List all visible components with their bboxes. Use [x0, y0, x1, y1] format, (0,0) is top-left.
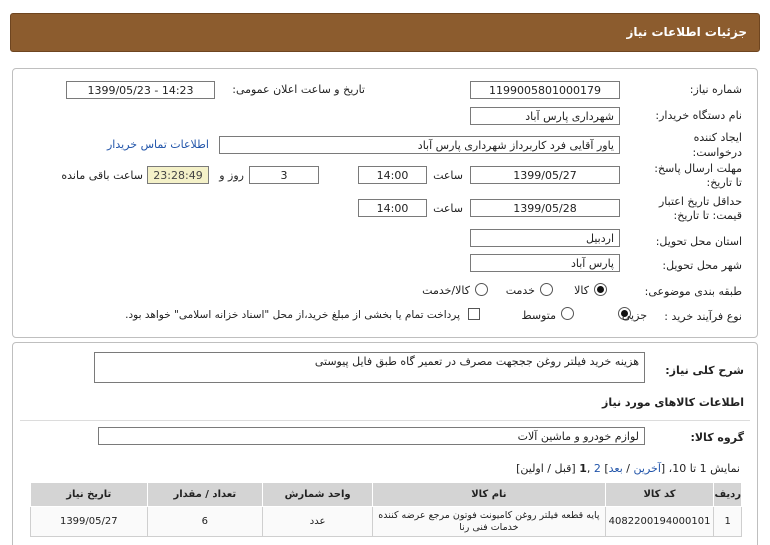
- city-label: شهر محل تحویل:: [662, 259, 742, 272]
- goods-table: ردیف کد کالا نام کالا واحد شمارش تعداد /…: [30, 482, 742, 537]
- cell-row: 1: [713, 506, 742, 537]
- page-title: جزئیات اطلاعات نیاز: [626, 25, 747, 39]
- buyer-field: شهرداری پارس آباد: [470, 107, 620, 125]
- days-label: روز و: [219, 169, 244, 182]
- treasury-payment-note: پرداخت تمام یا بخشی از مبلغ خرید،از محل …: [125, 309, 460, 321]
- category-option-service: خدمت: [505, 284, 535, 297]
- category-radio-service[interactable]: [540, 283, 553, 296]
- days-remaining-field: 3: [249, 166, 319, 184]
- process-label: نوع فرآیند خرید :: [664, 310, 742, 323]
- col-qty-header: تعداد / مقدار: [146, 482, 264, 507]
- col-code-header: کد کالا: [604, 482, 715, 507]
- creator-field: یاور آقایی فرد کاربرداز شهرداری پارس آبا…: [219, 136, 620, 154]
- description-field: هزینه خرید فیلتر روغن جججهت مصرف در تعمی…: [94, 352, 645, 383]
- city-field: پارس آباد: [470, 254, 620, 272]
- send-deadline-date-field: 1399/05/27: [470, 166, 620, 184]
- cell-qty: 6: [146, 506, 264, 537]
- col-date-header: تاریخ نیاز: [30, 482, 148, 507]
- remaining-label: ساعت باقی مانده: [61, 169, 143, 182]
- pagination: نمایش 1 تا 10، [آخرین / بعد] 2 ,1 [قبل /…: [516, 462, 740, 475]
- pagination-page-1: 1: [579, 462, 587, 475]
- col-row-header: ردیف: [713, 482, 742, 507]
- treasury-payment-checkbox[interactable]: [468, 308, 480, 320]
- need-number-field: 1199005801000179: [470, 81, 620, 99]
- send-deadline-label: مهلت ارسال پاسخ: تا تاریخ:: [654, 162, 742, 189]
- validity-date-field: 1399/05/28: [470, 199, 620, 217]
- need-number-label: شماره نیاز:: [689, 83, 742, 96]
- category-radio-goods-service[interactable]: [475, 283, 488, 296]
- category-label: طبقه بندی موضوعی:: [644, 285, 742, 298]
- cell-date: 1399/05/27: [30, 506, 148, 537]
- col-unit-header: واحد شمارش: [262, 482, 374, 507]
- validity-time-field: 14:00: [358, 199, 427, 217]
- send-time-label: ساعت: [433, 169, 463, 182]
- category-option-goods: کالا: [574, 284, 589, 297]
- category-option-goods-service: کالا/خدمت: [422, 284, 470, 297]
- announce-label: تاریخ و ساعت اعلان عمومی:: [232, 83, 365, 96]
- cell-unit: عدد: [262, 506, 374, 537]
- province-field: اردبیل: [470, 229, 620, 247]
- validity-label: حداقل تاریخ اعتبار قیمت: تا تاریخ:: [658, 195, 742, 222]
- pagination-last-link[interactable]: آخرین: [634, 462, 661, 475]
- process-option-partial: جزیی: [621, 309, 647, 322]
- col-name-header: نام کالا: [372, 482, 606, 507]
- section-divider: [20, 420, 750, 421]
- process-radio-medium[interactable]: [561, 307, 574, 320]
- creator-label: ایجاد کننده درخواست:: [692, 131, 742, 159]
- buyer-label: نام دستگاه خریدار:: [655, 109, 742, 122]
- cell-name: پایه قطعه فیلتر روغن کامیونت فوتون مرجع …: [372, 506, 606, 537]
- page-header: جزئیات اطلاعات نیاز: [10, 13, 760, 52]
- goods-group-field: لوازم خودرو و ماشین آلات: [98, 427, 645, 445]
- description-label: شرح کلی نیاز:: [665, 364, 744, 377]
- pagination-page-2[interactable]: 2: [594, 462, 601, 475]
- province-label: استان محل تحویل:: [655, 235, 742, 248]
- table-row[interactable]: 1 4082200194000101 پایه قطعه فیلتر روغن …: [30, 506, 742, 537]
- pagination-next-link[interactable]: بعد: [609, 462, 623, 475]
- goods-info-title: اطلاعات کالاهای مورد نیاز: [602, 396, 744, 409]
- category-radio-goods[interactable]: [594, 283, 607, 296]
- goods-group-label: گروه کالا:: [690, 431, 744, 444]
- send-deadline-time-field: 14:00: [358, 166, 427, 184]
- remaining-timer: 23:28:49: [147, 166, 209, 184]
- process-option-medium: متوسط: [521, 309, 556, 322]
- cell-code: 4082200194000101: [604, 506, 715, 537]
- buyer-contact-link[interactable]: اطلاعات تماس خریدار: [107, 138, 209, 151]
- validity-time-label: ساعت: [433, 202, 463, 215]
- announce-field: 1399/05/23 - 14:23: [66, 81, 215, 99]
- table-header-row: ردیف کد کالا نام کالا واحد شمارش تعداد /…: [30, 482, 742, 507]
